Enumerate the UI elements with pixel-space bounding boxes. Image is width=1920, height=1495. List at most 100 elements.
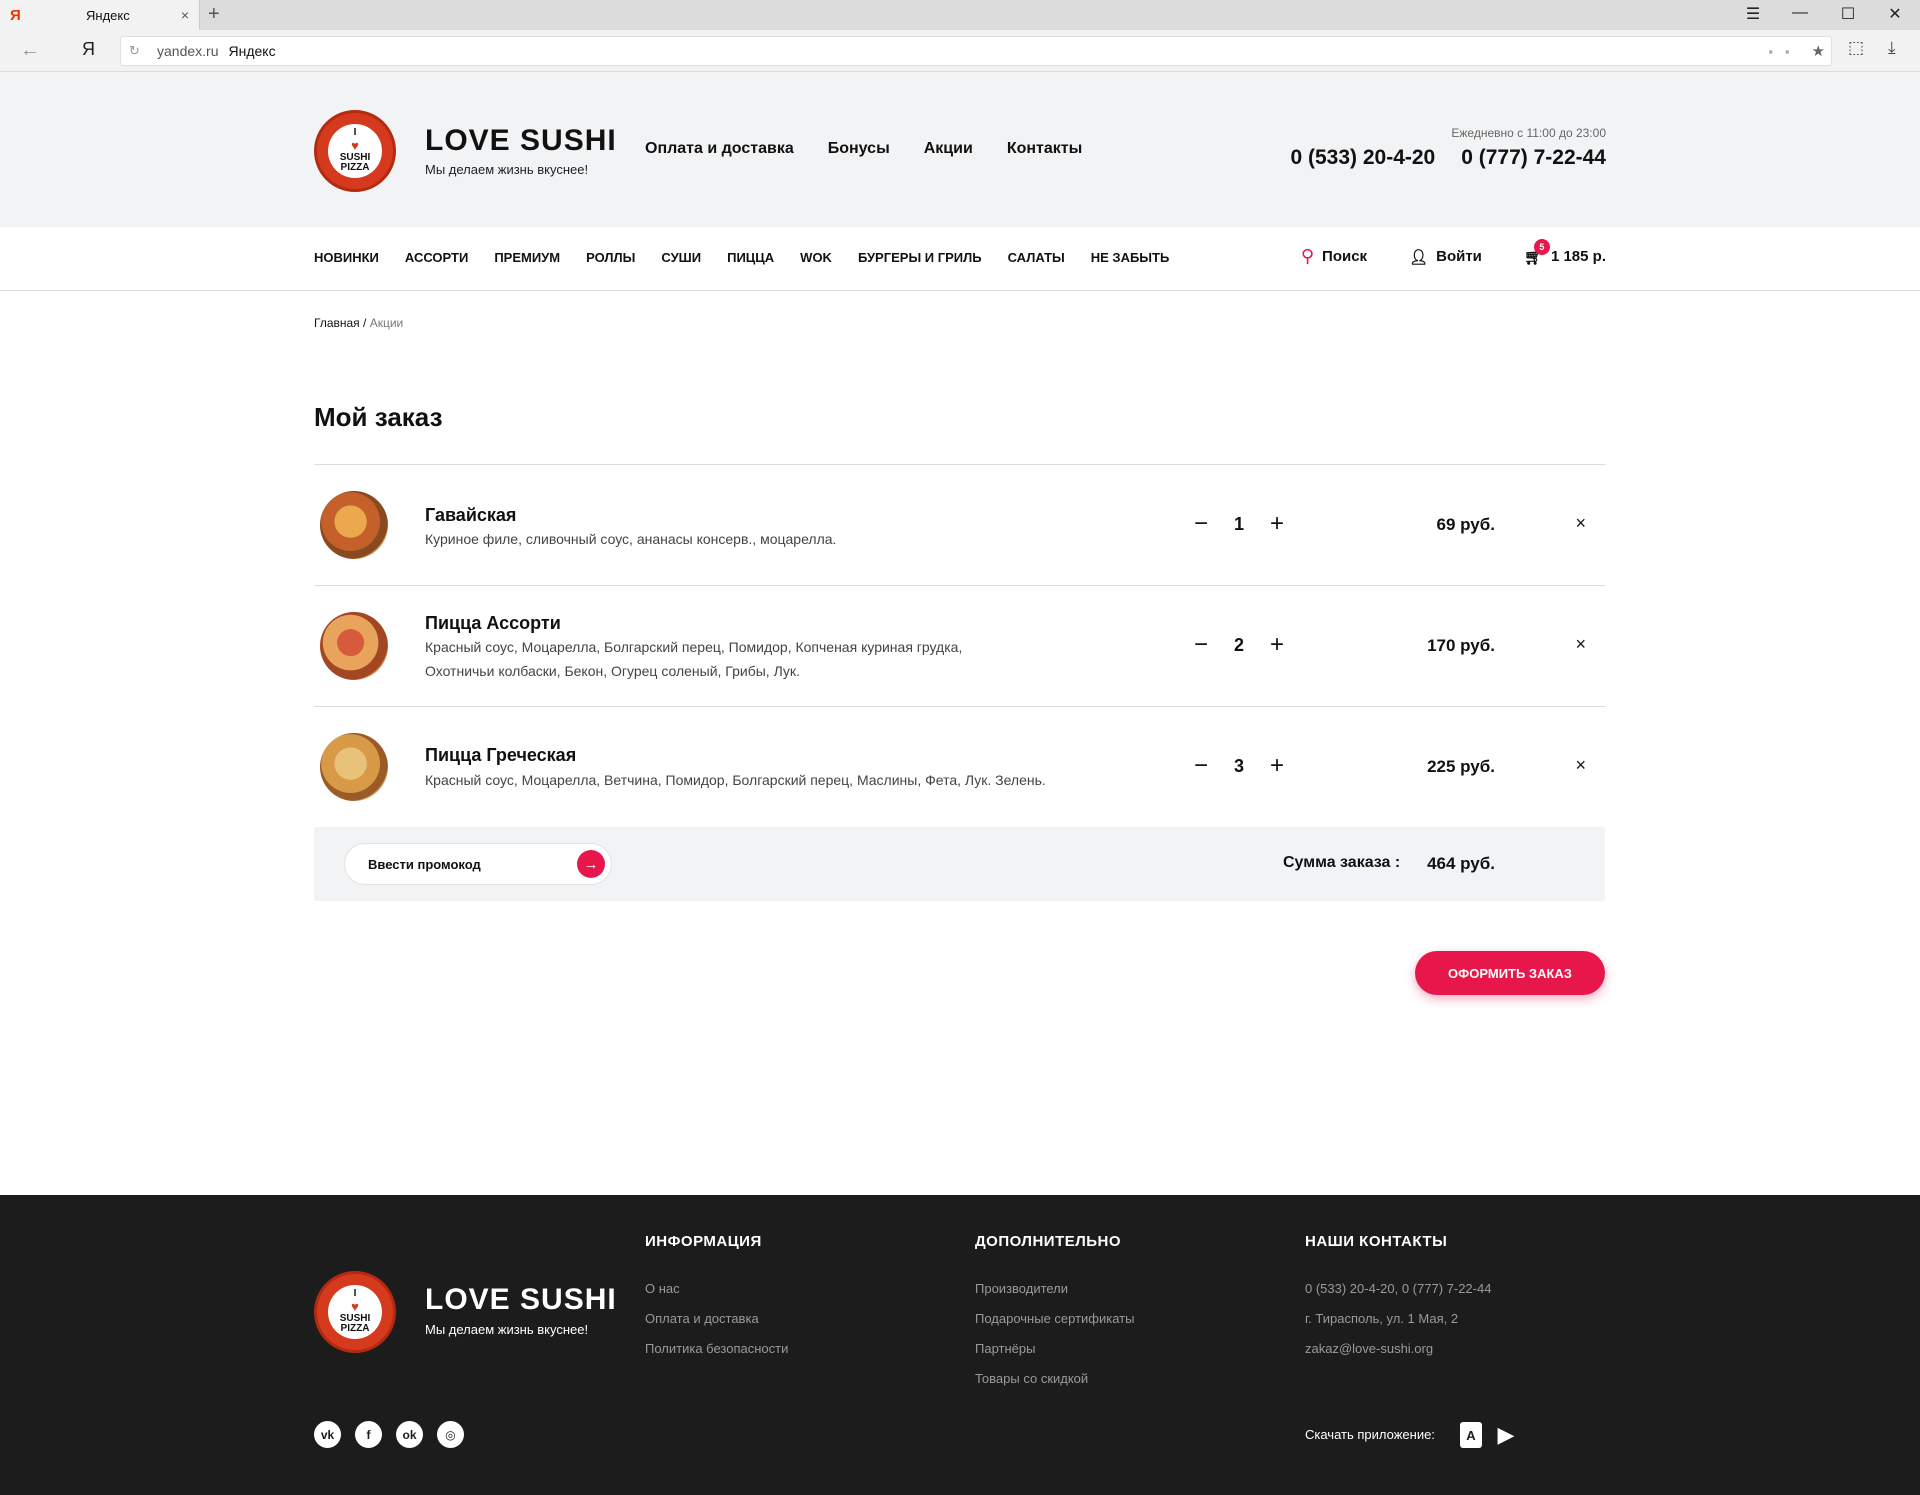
browser-tab[interactable]: Я Яндекс ×	[0, 0, 200, 30]
top-nav: Оплата и доставка Бонусы Акции Контакты	[645, 140, 1082, 158]
login-button[interactable]: 👤︎ Войти	[1409, 248, 1482, 266]
footer-info-title: ИНФОРМАЦИЯ	[645, 1233, 762, 1250]
footer-extra-title: ДОПОЛНИТЕЛЬНО	[975, 1233, 1122, 1250]
bookmark-star-icon[interactable]: ★	[1812, 42, 1825, 60]
browser-tabbar: Я Яндекс × + ☰ — ☐ ✕	[0, 0, 1920, 30]
cart-button[interactable]: 🛒︎ 5 1 185 р.	[1524, 238, 1606, 266]
search-icon: ⚲	[1300, 246, 1315, 266]
footer-link-partners[interactable]: Партнёры	[975, 1334, 1134, 1364]
minimize-button[interactable]: —	[1780, 4, 1820, 22]
odnoklassniki-icon[interactable]: ok	[396, 1421, 423, 1448]
category-new[interactable]: НОВИНКИ	[314, 250, 379, 265]
footer-logo[interactable]: I ♥ SUSHI PIZZA	[314, 1271, 396, 1353]
footer-link-producers[interactable]: Производители	[975, 1274, 1134, 1304]
footer-contacts-column: НАШИ КОНТАКТЫ 0 (533) 20-4-20, 0 (777) 7…	[1305, 1233, 1491, 1364]
footer-brand-name: LOVE SUSHI	[425, 1283, 617, 1316]
footer-address: г. Тирасполь, ул. 1 Мая, 2	[1305, 1311, 1459, 1326]
google-play-icon[interactable]: ▶	[1495, 1422, 1517, 1448]
pizza-image	[320, 733, 388, 801]
social-links: vk f ok ◎	[314, 1421, 464, 1448]
close-window-button[interactable]: ✕	[1875, 4, 1915, 24]
increase-button[interactable]: +	[1270, 512, 1284, 536]
remove-item-button[interactable]: ×	[1575, 755, 1586, 776]
phone-1[interactable]: 0 (533) 20-4-20	[1290, 146, 1435, 170]
logo[interactable]: I ♥ SUSHI PIZZA	[314, 110, 396, 192]
order-item: Гавайская Куриное филе, сливочный соус, …	[314, 465, 1605, 586]
url-input[interactable]: ↻ yandex.ru Яндекс ▪▪ ★	[120, 36, 1832, 66]
nav-promotions[interactable]: Акции	[924, 140, 973, 158]
nav-bonuses[interactable]: Бонусы	[828, 140, 890, 158]
item-name[interactable]: Пицца Ассорти	[425, 613, 561, 634]
item-price: 225 руб.	[1427, 757, 1495, 776]
category-dont-forget[interactable]: НЕ ЗАБЫТЬ	[1091, 250, 1170, 265]
arrow-right-icon[interactable]: →	[577, 850, 605, 878]
instagram-icon[interactable]: ◎	[437, 1421, 464, 1448]
logo-emblem: I ♥ SUSHI PIZZA	[328, 1285, 382, 1339]
category-assorti[interactable]: АССОРТИ	[405, 250, 468, 265]
back-arrow-icon[interactable]: ←	[20, 39, 40, 62]
breadcrumb-home[interactable]: Главная	[314, 316, 360, 330]
maximize-button[interactable]: ☐	[1828, 4, 1868, 24]
quantity-stepper: − 2 +	[1194, 633, 1284, 657]
decrease-button[interactable]: −	[1194, 754, 1208, 778]
new-tab-button[interactable]: +	[208, 3, 220, 26]
vk-icon[interactable]: vk	[314, 1421, 341, 1448]
page-title: Мой заказ	[314, 402, 443, 432]
address-bar: ← Я ↻ yandex.ru Яндекс ▪▪ ★ ⬚ ⤓	[0, 30, 1920, 72]
category-salads[interactable]: САЛАТЫ	[1008, 250, 1065, 265]
nav-payment-delivery[interactable]: Оплата и доставка	[645, 140, 794, 158]
footer-email[interactable]: zakaz@love-sushi.org	[1305, 1334, 1491, 1364]
search-label: Поиск	[1322, 248, 1368, 265]
item-description: Куриное филе, сливочный соус, ананасы ко…	[425, 531, 837, 547]
footer-link-gift-cards[interactable]: Подарочные сертификаты	[975, 1304, 1134, 1334]
category-list: НОВИНКИ АССОРТИ ПРЕМИУМ РОЛЛЫ СУШИ ПИЦЦА…	[314, 250, 1169, 265]
remove-item-button[interactable]: ×	[1575, 513, 1586, 534]
footer-link-payment[interactable]: Оплата и доставка	[645, 1304, 788, 1334]
order-summary: Ввести промокод → Сумма заказа : 464 руб…	[314, 827, 1605, 901]
category-pizza[interactable]: ПИЦЦА	[727, 250, 774, 265]
yandex-button[interactable]: Я	[82, 39, 95, 60]
login-label: Войти	[1436, 248, 1482, 265]
facebook-icon[interactable]: f	[355, 1421, 382, 1448]
increase-button[interactable]: +	[1270, 633, 1284, 657]
decrease-button[interactable]: −	[1194, 512, 1208, 536]
promo-code-input[interactable]: Ввести промокод →	[344, 843, 612, 885]
cart-icon: 🛒︎ 5	[1524, 238, 1550, 266]
breadcrumb: Главная / Акции	[314, 316, 403, 330]
search-button[interactable]: ⚲ Поиск	[1301, 246, 1367, 267]
footer-link-about[interactable]: О нас	[645, 1274, 788, 1304]
download-icon[interactable]: ⤓	[1888, 38, 1896, 58]
app-store-icon[interactable]: A	[1460, 1422, 1482, 1448]
quantity-stepper: − 1 +	[1194, 512, 1284, 536]
footer-link-privacy[interactable]: Политика безопасности	[645, 1334, 788, 1364]
total-label: Сумма заказа :	[1283, 854, 1401, 871]
footer-link-discounts[interactable]: Товары со скидкой	[975, 1364, 1134, 1394]
item-description: Красный соус, Моцарелла, Болгарский пере…	[425, 639, 963, 679]
reload-icon[interactable]: ↻	[129, 43, 153, 59]
category-rolls[interactable]: РОЛЛЫ	[586, 250, 635, 265]
decrease-button[interactable]: −	[1194, 633, 1208, 657]
item-name[interactable]: Пицца Греческая	[425, 745, 576, 766]
category-wok[interactable]: WOK	[800, 250, 832, 265]
brand-name[interactable]: LOVE SUSHI	[425, 124, 617, 158]
increase-button[interactable]: +	[1270, 754, 1284, 778]
brand-slogan: Мы делаем жизнь вкуснее!	[425, 162, 589, 177]
remove-item-button[interactable]: ×	[1575, 634, 1586, 655]
nav-contacts[interactable]: Контакты	[1007, 140, 1082, 158]
quantity-stepper: − 3 +	[1194, 754, 1284, 778]
lock-icon[interactable]: ▪▪	[1768, 44, 1801, 59]
category-sushi[interactable]: СУШИ	[661, 250, 701, 265]
category-premium[interactable]: ПРЕМИУМ	[494, 250, 560, 265]
breadcrumb-current: Акции	[369, 316, 404, 330]
promo-placeholder: Ввести промокод	[368, 856, 481, 872]
url-page-title: Яндекс	[228, 43, 276, 59]
category-burgers[interactable]: БУРГЕРЫ И ГРИЛЬ	[858, 250, 982, 265]
tab-close-icon[interactable]: ×	[181, 7, 189, 23]
browser-menu-icon[interactable]: ☰	[1733, 4, 1773, 24]
item-name[interactable]: Гавайская	[425, 505, 516, 526]
footer-phones[interactable]: 0 (533) 20-4-20, 0 (777) 7-22-44	[1305, 1274, 1491, 1304]
checkout-button[interactable]: ОФОРМИТЬ ЗАКАЗ	[1415, 951, 1605, 995]
extension-icon[interactable]: ⬚	[1848, 38, 1864, 58]
phone-2[interactable]: 0 (777) 7-22-44	[1461, 146, 1606, 170]
site-header: I ♥ SUSHI PIZZA LOVE SUSHI Мы делаем жиз…	[0, 72, 1920, 227]
